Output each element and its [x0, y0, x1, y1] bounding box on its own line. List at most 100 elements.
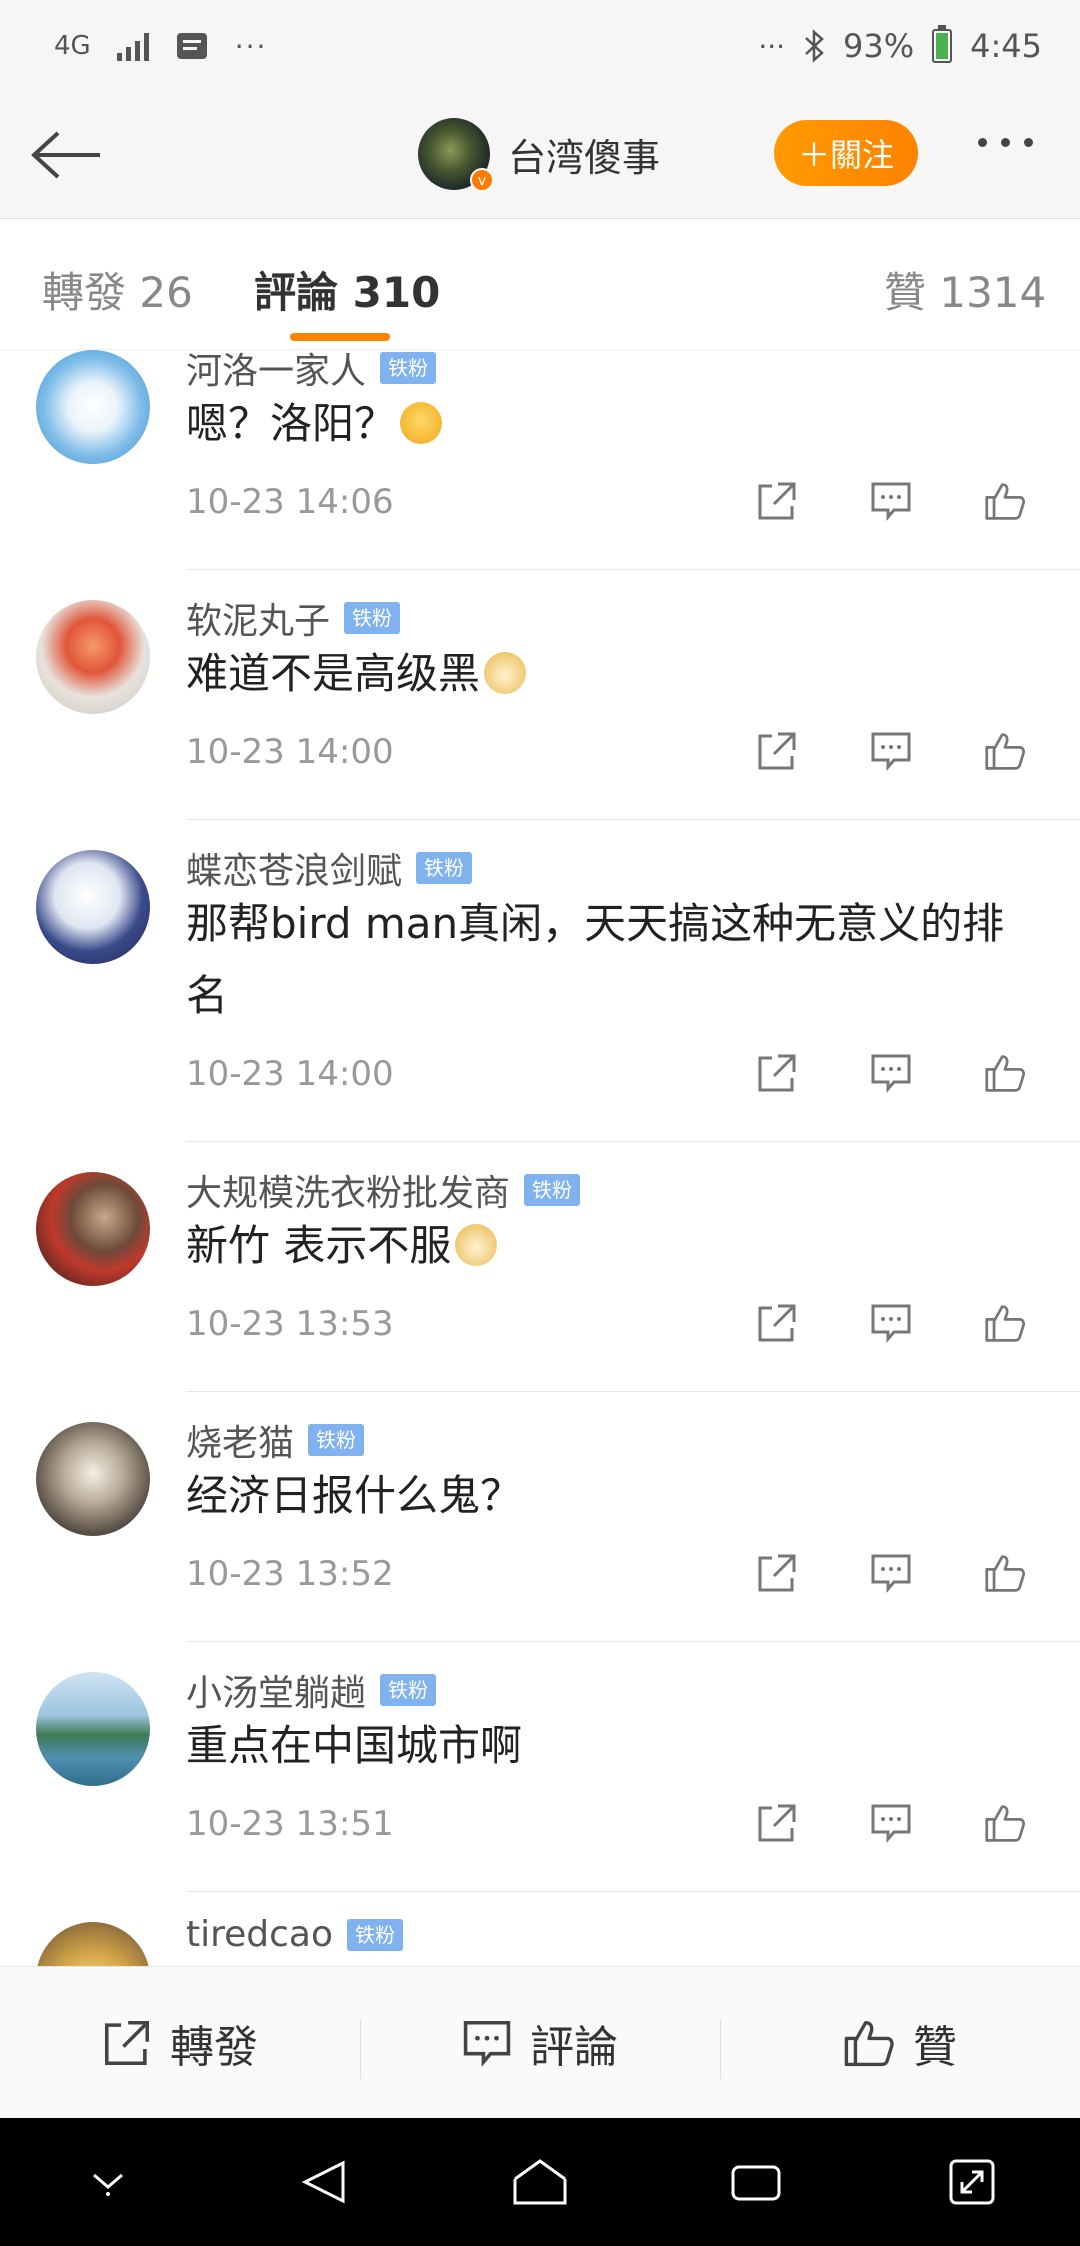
share-icon[interactable]	[756, 480, 798, 522]
fan-badge: 铁粉	[380, 1674, 437, 1706]
reply-icon[interactable]	[870, 730, 912, 772]
tab-comments[interactable]: 評論 310	[254, 259, 440, 320]
share-icon	[104, 2020, 150, 2066]
fan-badge: 铁粉	[416, 852, 473, 884]
like-icon[interactable]	[984, 730, 1026, 772]
reply-icon[interactable]	[870, 1802, 912, 1844]
share-icon[interactable]	[756, 1802, 798, 1844]
comment-text: 难道不是高级黑	[186, 638, 1046, 710]
comment-item: 软泥丸子 铁粉 难道不是高级黑 10-23 14:00	[0, 570, 1080, 820]
comment-username[interactable]: 蝶恋苍浪剑赋	[186, 842, 402, 894]
comment-text: 新竹 表示不服	[186, 1210, 1046, 1282]
comment-item: 河洛一家人 铁粉 嗯？洛阳？ 10-23 14:06	[0, 350, 1080, 570]
recents-icon	[731, 2165, 781, 2201]
comment-actions	[756, 480, 1026, 522]
like-icon[interactable]	[984, 1302, 1026, 1344]
bluetooth-icon	[805, 29, 824, 63]
comment-time: 10-23 14:06	[186, 482, 394, 522]
triangle-back-icon	[301, 2160, 345, 2204]
chevron-down-icon	[93, 2173, 123, 2196]
avatar[interactable]	[36, 1172, 150, 1286]
fan-badge: 铁粉	[308, 1424, 365, 1456]
follow-button[interactable]: ＋關注	[774, 120, 918, 186]
network-type: 4G	[54, 31, 91, 61]
comment-username[interactable]: tiredcao	[186, 1914, 333, 1955]
home-nav-button[interactable]	[500, 2142, 580, 2222]
reply-icon[interactable]	[870, 1552, 912, 1594]
account-avatar[interactable]: v	[418, 118, 494, 192]
comment-time: 10-23 14:00	[186, 1054, 394, 1094]
repost-button[interactable]: 轉發	[0, 2011, 360, 2075]
comment-item: 大规模洗衣粉批发商 铁粉 新竹 表示不服 10-23 13:53	[0, 1142, 1080, 1392]
comment-username-row: 烧老猫 铁粉	[186, 1414, 365, 1466]
comment-actions	[756, 1302, 1026, 1344]
share-icon[interactable]	[756, 1552, 798, 1594]
comment-username[interactable]: 烧老猫	[186, 1414, 294, 1466]
comment-label: 評論	[530, 2022, 618, 2073]
like-button[interactable]: 贊	[720, 2011, 1080, 2079]
more-options-button[interactable]	[978, 138, 1033, 147]
comment-actions	[756, 1552, 1026, 1594]
like-icon[interactable]	[984, 1552, 1026, 1594]
comment-time: 10-23 14:00	[186, 732, 394, 772]
avatar[interactable]	[36, 850, 150, 964]
more-notifications-icon: ···	[234, 29, 268, 63]
avatar[interactable]	[36, 1422, 150, 1536]
back-button[interactable]	[26, 122, 106, 188]
doge-emoji-icon	[455, 1224, 498, 1266]
comment-item: tiredcao 铁粉	[0, 1892, 1080, 1966]
header-bar: v 台湾傻事 ＋關注	[0, 92, 1080, 219]
comment-username-row: 蝶恋苍浪剑赋 铁粉	[186, 842, 473, 894]
comment-username-row: tiredcao 铁粉	[186, 1914, 404, 1955]
reply-icon[interactable]	[870, 1302, 912, 1344]
hide-keyboard-button[interactable]	[68, 2142, 148, 2222]
comment-item: 蝶恋苍浪剑赋 铁粉 那帮bird man真闲，天天搞这种无意义的排名 10-23…	[0, 820, 1080, 1142]
tab-reposts[interactable]: 轉發 26	[42, 259, 193, 320]
share-icon[interactable]	[756, 1302, 798, 1344]
battery-icon	[932, 25, 953, 63]
emoji-icon	[400, 402, 443, 444]
recents-nav-button[interactable]	[716, 2142, 796, 2222]
comment-time: 10-23 13:51	[186, 1804, 394, 1844]
fan-badge: 铁粉	[344, 602, 401, 634]
message-icon	[176, 33, 207, 59]
doge-emoji-icon	[484, 652, 527, 694]
repost-label: 轉發	[170, 2022, 258, 2073]
fan-badge: 铁粉	[347, 1918, 404, 1951]
comment-actions	[756, 1052, 1026, 1094]
comment-list[interactable]: 河洛一家人 铁粉 嗯？洛阳？ 10-23 14:06 软泥丸子 铁粉 难道不是高…	[0, 350, 1080, 1966]
comment-username-row: 软泥丸子 铁粉	[186, 592, 401, 644]
reply-icon[interactable]	[870, 1052, 912, 1094]
more-status-icon: ···	[758, 29, 786, 63]
avatar[interactable]	[36, 350, 150, 464]
avatar[interactable]	[36, 1672, 150, 1786]
comment-text: 重点在中国城市啊	[186, 1721, 523, 1770]
comment-text: 经济日报什么鬼？	[186, 1471, 523, 1520]
comment-button[interactable]: 評論	[360, 2011, 720, 2079]
like-icon[interactable]	[984, 480, 1026, 522]
comment-item: 小汤堂躺趟 铁粉 重点在中国城市啊 10-23 13:51	[0, 1642, 1080, 1892]
comment-username[interactable]: 大规模洗衣粉批发商	[186, 1164, 510, 1216]
fan-badge: 铁粉	[524, 1174, 581, 1206]
comment-username[interactable]: 小汤堂躺趟	[186, 1664, 366, 1716]
like-icon[interactable]	[984, 1802, 1026, 1844]
page-title: 台湾傻事	[508, 135, 661, 180]
comment-username-row: 小汤堂躺趟 铁粉	[186, 1664, 437, 1716]
home-icon	[513, 2159, 567, 2205]
comment-text: 那帮bird man真闲，天天搞这种无意义的排名	[186, 899, 1005, 1020]
active-tab-indicator	[290, 333, 390, 341]
like-icon[interactable]	[984, 1052, 1026, 1094]
comment-icon	[463, 2020, 511, 2067]
avatar[interactable]	[36, 600, 150, 714]
status-bar: 4G ··· ··· 93% 4:45	[0, 0, 1080, 92]
share-icon[interactable]	[756, 1052, 798, 1094]
account-header[interactable]: v 台湾傻事	[418, 118, 661, 192]
comment-username[interactable]: 软泥丸子	[186, 592, 330, 644]
tab-likes[interactable]: 贊 1314	[884, 259, 1046, 320]
back-nav-button[interactable]	[284, 2142, 364, 2222]
share-icon[interactable]	[756, 730, 798, 772]
avatar[interactable]	[36, 1922, 150, 1966]
comment-time: 10-23 13:53	[186, 1304, 394, 1344]
reply-icon[interactable]	[870, 480, 912, 522]
expand-nav-button[interactable]	[932, 2142, 1012, 2222]
